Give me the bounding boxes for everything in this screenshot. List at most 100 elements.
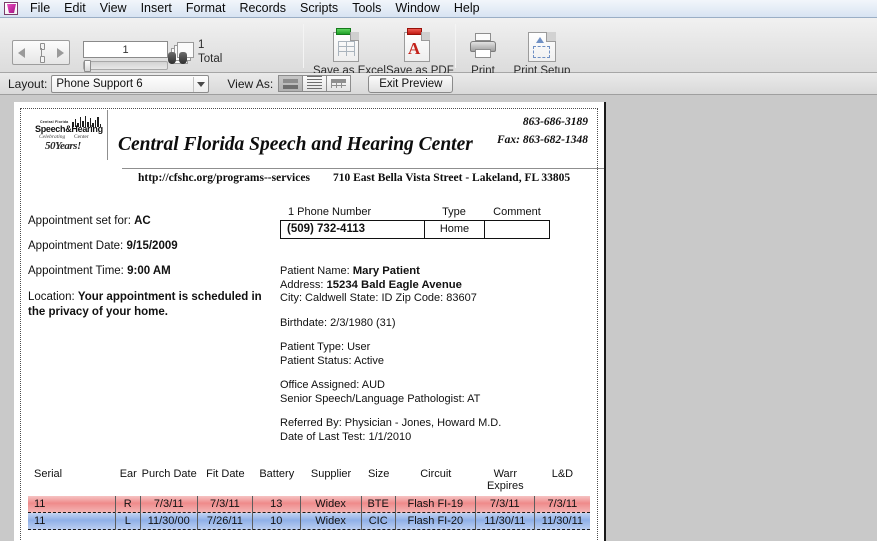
office-assigned-line: Office Assigned: AUD [280,379,385,391]
patient-name-label: Patient Name: [280,265,350,277]
device-header-size: Size [367,468,390,480]
device-header-ld: L&D [551,468,574,480]
device-supplier: Widex [301,512,362,530]
page-slider-thumb[interactable] [84,60,91,72]
phone-table-header: 1 Phone Number Type Comment [280,206,550,218]
menu-item-view[interactable]: View [93,0,134,18]
printer-icon [468,32,498,62]
appointment-set-for-value: AC [134,215,151,227]
company-address: 710 East Bella Vista Street - Lakeland, … [333,172,571,184]
company-phone: 863-686-3189 [522,116,588,128]
page-number-input[interactable]: 1 [83,41,168,58]
menu-item-tools[interactable]: Tools [345,0,388,18]
menu-item-records[interactable]: Records [232,0,293,18]
device-table: Serial Ear Purch Date Fit Date Battery S… [28,468,590,530]
patient-address-value: 15234 Bald Eagle Avenue [326,278,462,291]
device-fit-date: 7/3/11 [198,495,253,513]
company-url: http://cfshc.org/programs--services [138,172,310,184]
device-circuit: Flash FI-19 [396,495,476,513]
appointment-block: Appointment set for: AC Appointment Date… [28,215,278,333]
menu-item-file[interactable]: File [23,0,57,18]
patient-identity: Patient Name: Mary Patient Address: 1523… [280,265,580,306]
total-count: 1 [198,39,205,51]
logo-line-main: Speech&Hearing [35,124,103,134]
print-setup-button[interactable]: Print Setup [509,32,575,77]
exit-preview-button[interactable]: Exit Preview [368,74,454,93]
appointment-date-value: 9/15/2009 [126,240,178,252]
table-row[interactable]: 11 R 7/3/11 7/3/11 13 Widex BTE Flash FI… [28,495,590,513]
letterhead: Central Florida Speech&Hearing Celebrati… [28,110,604,184]
pdf-document-icon: A [404,28,430,62]
menu-item-help[interactable]: Help [447,0,487,18]
table-row[interactable]: 11 L 11/30/00 7/26/11 10 Widex CIC Flash… [28,512,590,530]
device-ear: L [116,512,141,530]
save-as-excel-button[interactable]: Save as Excel [313,28,386,77]
appointment-location: Location: Your appointment is scheduled … [28,290,278,320]
device-purch-date: 11/30/00 [141,512,198,530]
device-header-serial: Serial [34,468,63,480]
menu-item-format[interactable]: Format [179,0,233,18]
phone-table-row: (509) 732-4113 Home [280,220,550,239]
device-serial: 11 [28,512,116,530]
patient-status-line: Patient Status: Active [280,354,384,367]
device-header-warr-expires: Warr Expires [486,468,524,492]
menu-item-window[interactable]: Window [388,0,446,18]
record-navigation-book[interactable] [12,40,70,65]
company-fax: Fax: 863-682-1348 [496,134,588,146]
phone-header-number: 1 Phone Number [288,206,372,218]
device-header-supplier: Supplier [310,468,352,480]
view-as-form-button[interactable] [278,75,304,92]
device-ld: 11/30/11 [541,514,583,527]
layout-select[interactable]: Phone Support 6 [51,74,210,93]
device-supplier: Widex [301,495,362,513]
print-preview-area[interactable]: Central Florida Speech&Hearing Celebrati… [0,95,877,541]
phone-comment-value [485,221,549,238]
layout-label: Layout: [8,76,48,91]
toolbar-separator-1 [303,24,304,68]
patient-address-line: Address: 15234 Bald Eagle Avenue [280,279,580,293]
device-header-circuit: Circuit [420,468,452,480]
patient-name-line: Patient Name: Mary Patient [280,265,580,279]
toolbar-separator-2 [455,24,456,68]
device-ld: 7/3/11 [547,497,578,510]
company-title: Central Florida Speech and Hearing Cente… [118,134,473,155]
print-button[interactable]: Print [464,32,502,77]
previous-page-icon[interactable] [18,47,25,58]
phone-type-value: Home [425,221,485,238]
patient-address-label: Address: [280,278,324,291]
patient-block: Patient Name: Mary Patient Address: 1523… [280,265,580,455]
patient-name-value: Mary Patient [352,265,420,277]
save-as-pdf-button[interactable]: A Save as PDF [386,28,454,77]
menu-item-insert[interactable]: Insert [134,0,179,18]
appointment-date: Appointment Date: 9/15/2009 [28,240,278,252]
view-as-group [278,75,352,92]
patient-city-line: City: Caldwell State: ID Zip Code: 83607 [280,292,477,304]
device-fit-date: 7/26/11 [198,512,253,530]
slp-line: Senior Speech/Language Pathologist: AT [280,392,481,405]
logo-line-years: 50Years! [45,140,81,152]
filemaker-icon [4,2,18,15]
patient-type-line: Patient Type: User [280,341,371,353]
phone-header-type: Type [442,206,466,218]
menu-item-edit[interactable]: Edit [57,0,93,18]
excel-document-icon [333,28,359,62]
layout-select-value: Phone Support 6 [56,77,143,90]
view-as-table-button[interactable] [326,75,352,92]
patient-birthdate-line: Birthdate: 2/3/1980 (31) [280,316,396,329]
device-ear: R [116,495,141,513]
appointment-location-label: Location: [28,291,75,303]
toolbar: 1 Pages 1 Total Save as Excel A Save as [0,18,877,86]
find-records-icon[interactable] [168,42,194,64]
device-purch-date: 7/3/11 [141,495,198,513]
page-slider[interactable] [83,60,168,72]
device-header-ear: Ear [119,468,137,480]
appointment-time: Appointment Time: 9:00 AM [28,265,278,277]
device-header-fit-date: Fit Date [206,468,245,480]
next-page-icon[interactable] [57,47,64,58]
menu-bar: File Edit View Insert Format Records Scr… [0,0,877,18]
patient-referral-group: Referred By: Physician - Jones, Howard M… [280,417,580,444]
menu-item-scripts[interactable]: Scripts [293,0,345,18]
device-warr-expires: 11/30/11 [476,512,535,530]
view-as-list-button[interactable] [302,75,328,92]
device-warr-expires: 7/3/11 [476,495,535,513]
